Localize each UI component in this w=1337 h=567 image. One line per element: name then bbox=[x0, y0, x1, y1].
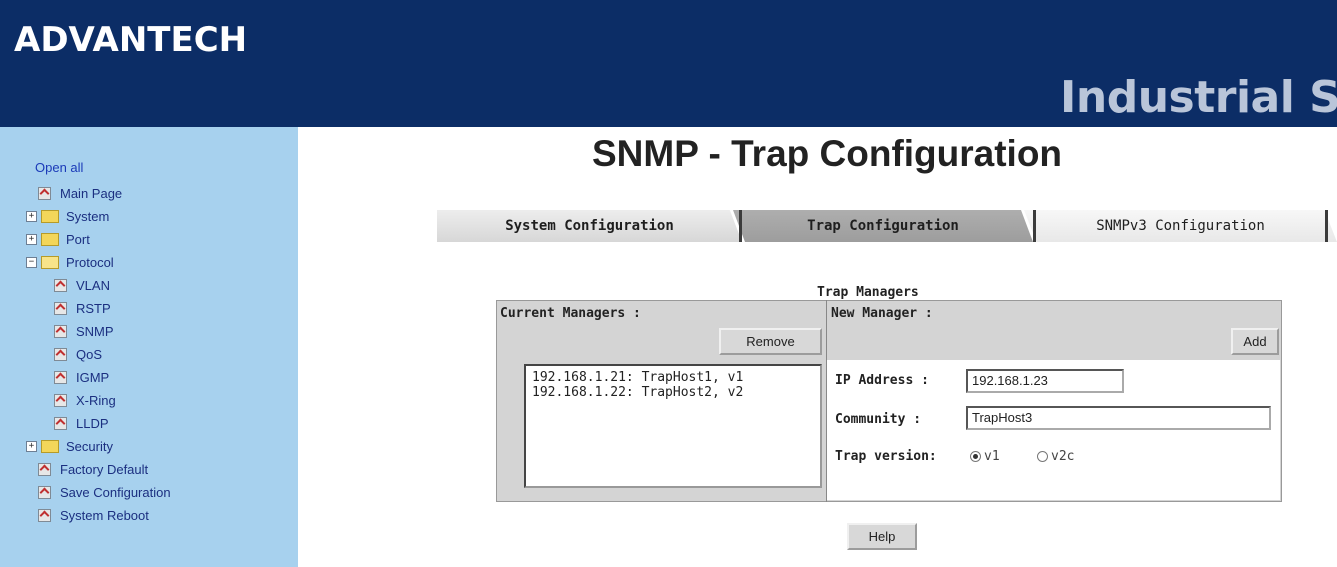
page-icon bbox=[54, 393, 67, 407]
add-button[interactable]: Add bbox=[1231, 328, 1279, 355]
current-managers-label: Current Managers : bbox=[500, 306, 641, 321]
radio-selected-icon[interactable] bbox=[970, 451, 981, 462]
tab-snmpv3-configuration[interactable]: SNMPv3 Configuration bbox=[1024, 210, 1337, 242]
collapse-icon[interactable]: − bbox=[26, 256, 37, 268]
page-icon bbox=[54, 370, 67, 384]
sidebar-item-label: System Reboot bbox=[60, 507, 149, 523]
sidebar-item-snmp[interactable]: SNMP bbox=[54, 321, 114, 341]
radio-unselected-icon[interactable] bbox=[1037, 451, 1048, 462]
tab-trap-configuration[interactable]: Trap Configuration bbox=[733, 210, 1033, 242]
radio-v1[interactable]: v1 bbox=[970, 449, 1000, 464]
advantech-logo: ADVANTECH bbox=[14, 20, 248, 60]
tab-separator bbox=[739, 210, 742, 242]
community-label: Community : bbox=[835, 412, 922, 427]
sidebar-item-system-reboot[interactable]: System Reboot bbox=[38, 505, 149, 525]
sidebar-item-label: IGMP bbox=[76, 369, 110, 385]
sidebar: Open all Main Page + System + Port − Pro… bbox=[0, 127, 298, 567]
new-manager-label: New Manager : bbox=[831, 306, 933, 321]
sidebar-item-label: X-Ring bbox=[76, 392, 116, 408]
managers-listbox[interactable]: 192.168.1.21: TrapHost1, v1 192.168.1.22… bbox=[524, 364, 822, 488]
panel-divider bbox=[826, 300, 827, 502]
tab-system-configuration[interactable]: System Configuration bbox=[437, 210, 742, 242]
page-title: SNMP - Trap Configuration bbox=[592, 133, 1063, 174]
expand-icon[interactable]: + bbox=[26, 210, 37, 222]
sidebar-item-igmp[interactable]: IGMP bbox=[54, 367, 109, 387]
sidebar-item-label: Security bbox=[66, 438, 113, 454]
sidebar-item-label: VLAN bbox=[76, 277, 110, 293]
sidebar-item-qos[interactable]: QoS bbox=[54, 344, 102, 364]
community-input[interactable]: TrapHost3 bbox=[966, 406, 1271, 430]
sidebar-item-x-ring[interactable]: X-Ring bbox=[54, 390, 116, 410]
sidebar-item-label: Factory Default bbox=[60, 461, 149, 477]
folder-icon bbox=[41, 232, 59, 246]
sidebar-item-system[interactable]: + System bbox=[26, 206, 109, 226]
sidebar-item-security[interactable]: + Security bbox=[26, 436, 113, 456]
folder-icon bbox=[41, 439, 59, 453]
folder-icon bbox=[41, 209, 59, 223]
page-icon bbox=[54, 416, 67, 430]
tab-separator bbox=[1033, 210, 1036, 242]
page-icon bbox=[54, 347, 67, 361]
page-icon bbox=[38, 186, 51, 200]
open-all-link[interactable]: Open all bbox=[35, 160, 83, 175]
sidebar-item-label: Protocol bbox=[66, 254, 114, 270]
radio-v2c-label: v2c bbox=[1051, 449, 1075, 464]
sidebar-item-factory-default[interactable]: Factory Default bbox=[38, 459, 148, 479]
page-icon bbox=[54, 324, 67, 338]
ip-address-input[interactable]: 192.168.1.23 bbox=[966, 369, 1124, 393]
sidebar-item-label: SNMP bbox=[76, 323, 114, 339]
list-item[interactable]: 192.168.1.22: TrapHost2, v2 bbox=[532, 385, 814, 400]
sidebar-item-label: Port bbox=[66, 231, 90, 247]
sidebar-item-label: Save Configuration bbox=[60, 484, 171, 500]
expand-icon[interactable]: + bbox=[26, 440, 37, 452]
sidebar-item-protocol[interactable]: − Protocol bbox=[26, 252, 114, 272]
sidebar-item-save-configuration[interactable]: Save Configuration bbox=[38, 482, 171, 502]
tab-separator bbox=[1325, 210, 1328, 242]
radio-v1-label: v1 bbox=[984, 449, 1000, 464]
sidebar-item-label: QoS bbox=[76, 346, 103, 362]
sidebar-item-main-page[interactable]: Main Page bbox=[38, 183, 122, 203]
page-icon bbox=[54, 301, 67, 315]
sidebar-item-port[interactable]: + Port bbox=[26, 229, 90, 249]
sidebar-item-lldp[interactable]: LLDP bbox=[54, 413, 109, 433]
page-icon bbox=[38, 485, 51, 499]
ip-address-label: IP Address : bbox=[835, 373, 929, 388]
radio-v2c[interactable]: v2c bbox=[1037, 449, 1074, 464]
sidebar-item-vlan[interactable]: VLAN bbox=[54, 275, 110, 295]
trap-version-label: Trap version: bbox=[835, 449, 937, 464]
page-icon bbox=[54, 278, 67, 292]
sidebar-item-label: System bbox=[66, 208, 110, 224]
help-button[interactable]: Help bbox=[847, 523, 917, 550]
section-title: Trap Managers bbox=[817, 285, 919, 300]
sidebar-item-label: RSTP bbox=[76, 300, 111, 316]
page-icon bbox=[38, 508, 51, 522]
header-banner: ADVANTECH Industrial S bbox=[0, 0, 1337, 127]
sidebar-item-label: Main Page bbox=[60, 185, 123, 201]
brand-title: Industrial S bbox=[1060, 72, 1337, 123]
remove-button[interactable]: Remove bbox=[719, 328, 822, 355]
list-item[interactable]: 192.168.1.21: TrapHost1, v1 bbox=[532, 370, 814, 385]
sidebar-item-label: LLDP bbox=[76, 415, 109, 431]
folder-open-icon bbox=[41, 255, 59, 269]
page-icon bbox=[38, 462, 51, 476]
sidebar-item-rstp[interactable]: RSTP bbox=[54, 298, 111, 318]
expand-icon[interactable]: + bbox=[26, 233, 37, 245]
